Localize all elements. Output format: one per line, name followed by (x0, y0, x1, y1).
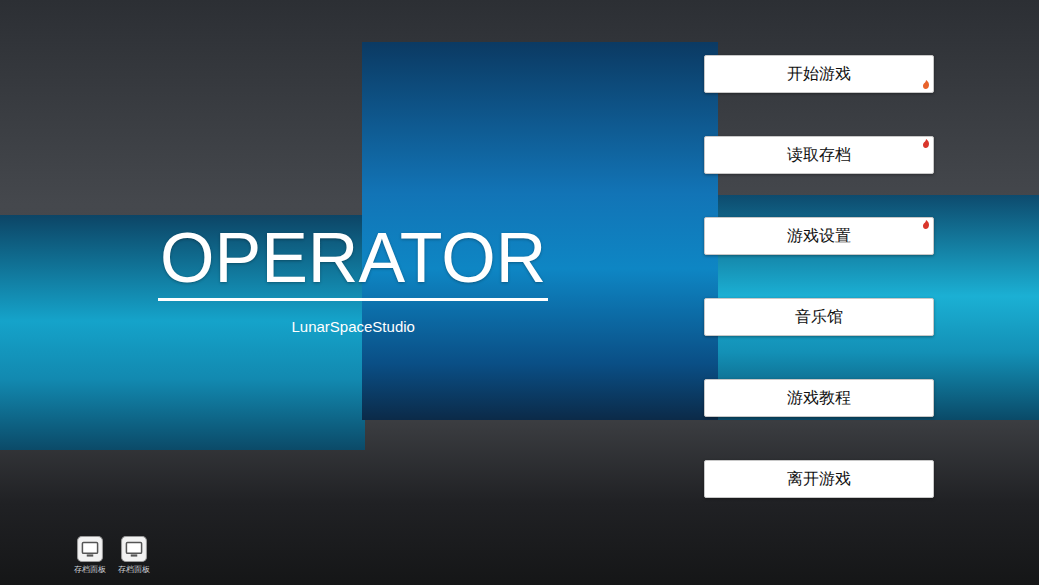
bottom-dock: 存档面板 存档面板 (0, 530, 1039, 585)
menu-button-label: 游戏设置 (787, 226, 851, 245)
notification-badge-icon (921, 139, 931, 149)
dock-item[interactable]: 存档面板 (118, 536, 150, 585)
dock-item[interactable]: 存档面板 (74, 536, 106, 585)
dock-label: 存档面板 (74, 564, 106, 575)
main-menu-screen: OPERATOR LunarSpaceStudio 开始游戏读取存档游戏设置音乐馆游… (0, 0, 1039, 585)
menu-button[interactable]: 游戏设置 (704, 217, 934, 255)
dock-label: 存档面板 (118, 564, 150, 575)
menu-button-label: 音乐馆 (795, 307, 843, 326)
studio-name: LunarSpaceStudio (291, 318, 414, 335)
game-title: OPERATOR (158, 222, 548, 301)
menu-button[interactable]: 开始游戏 (704, 55, 934, 93)
main-area: OPERATOR LunarSpaceStudio 开始游戏读取存档游戏设置音乐馆游… (0, 0, 1039, 530)
notification-badge-icon (921, 220, 931, 230)
main-menu: 开始游戏读取存档游戏设置音乐馆游戏教程离开游戏 (704, 0, 934, 530)
menu-button[interactable]: 音乐馆 (704, 298, 934, 336)
menu-button[interactable]: 离开游戏 (704, 460, 934, 498)
menu-button-label: 读取存档 (787, 145, 851, 164)
menu-button-label: 离开游戏 (787, 469, 851, 488)
menu-button[interactable]: 游戏教程 (704, 379, 934, 417)
menu-button-label: 开始游戏 (787, 64, 851, 83)
notification-badge-icon (921, 80, 931, 90)
title-area: OPERATOR LunarSpaceStudio (0, 0, 704, 530)
game-logo: OPERATOR LunarSpaceStudio (158, 222, 548, 335)
menu-button-label: 游戏教程 (787, 388, 851, 407)
monitor-icon (121, 536, 147, 562)
monitor-icon (77, 536, 103, 562)
menu-button[interactable]: 读取存档 (704, 136, 934, 174)
